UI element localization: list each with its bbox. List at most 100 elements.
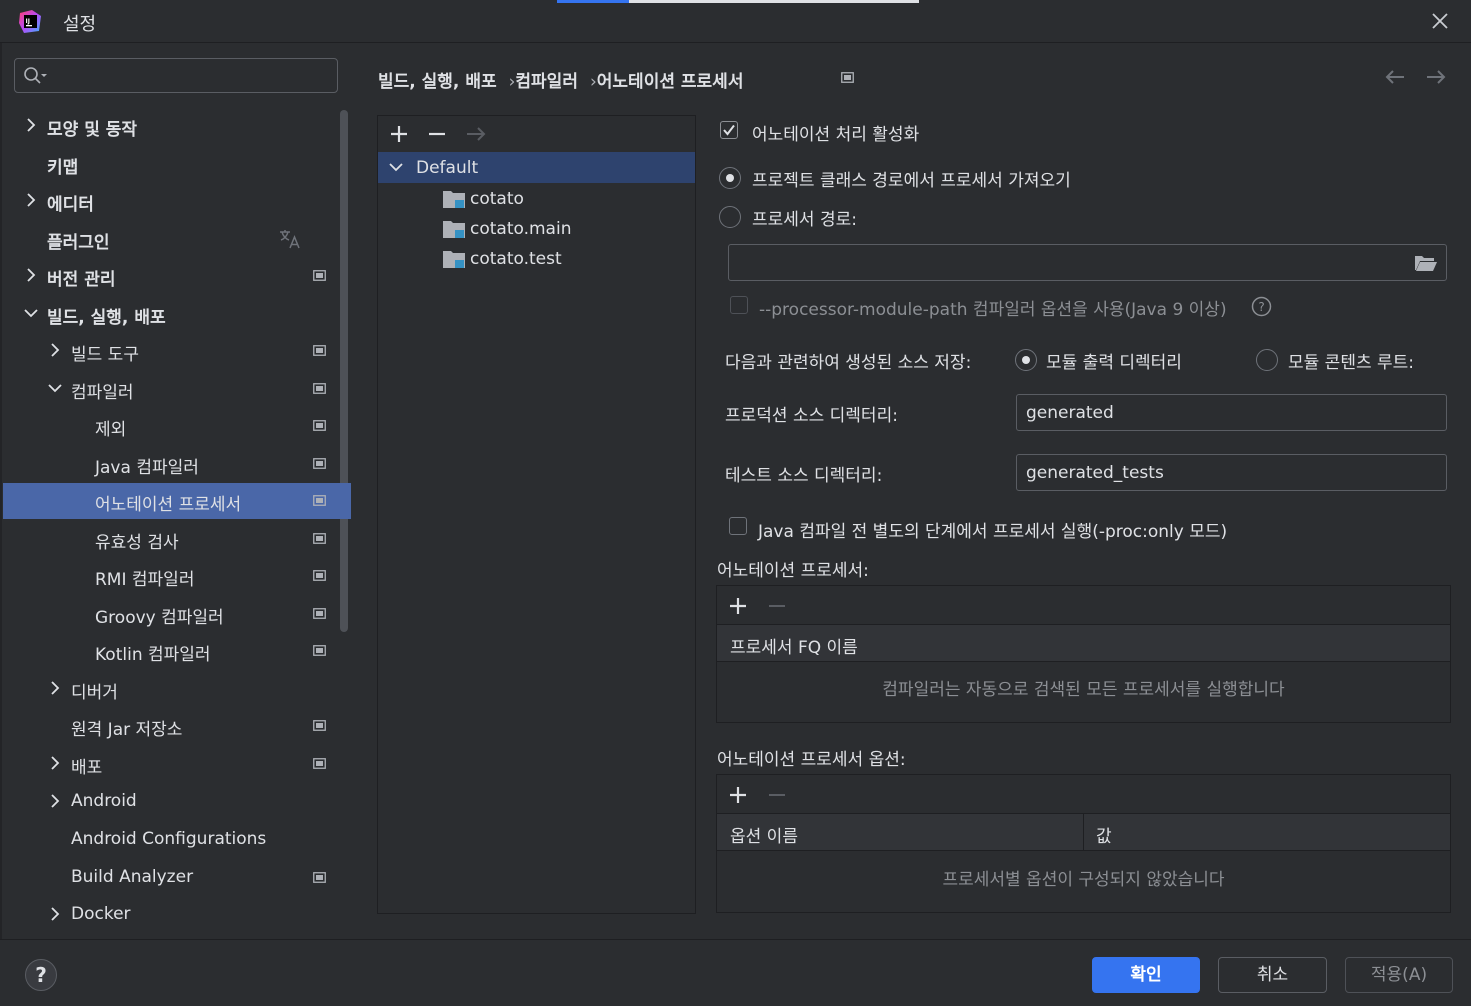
project-scope-icon — [313, 533, 326, 544]
sidebar-item-label: 제외 — [95, 420, 127, 440]
processors-empty-text: 컴파일러는 자동으로 검색된 모든 프로세서를 실행합니다 — [882, 680, 1285, 700]
sidebar-item[interactable]: Android Configurations — [0, 822, 351, 858]
help-icon[interactable]: ? — [1251, 296, 1272, 317]
sidebar-item-label: 컴파일러 — [71, 383, 134, 403]
module-content-root-radio[interactable] — [1256, 349, 1278, 371]
sidebar-item-label: Android — [71, 791, 137, 811]
processor-path-field[interactable] — [728, 244, 1447, 281]
profile-default[interactable]: Default — [378, 152, 695, 183]
processors-table: 프로세서 FQ 이름 컴파일러는 자동으로 검색된 모든 프로세서를 실행합니다 — [716, 585, 1451, 723]
forward-arrow-icon[interactable] — [1424, 66, 1448, 88]
add-icon[interactable] — [388, 123, 410, 145]
chevron-down-icon[interactable] — [23, 305, 39, 321]
option-value-column[interactable]: 값 — [1096, 822, 1112, 847]
processor-fq-name-column[interactable]: 프로세서 FQ 이름 — [730, 633, 858, 658]
sidebar-item-label: 유효성 검사 — [95, 533, 179, 553]
sidebar-item[interactable]: 플러그인 — [0, 221, 351, 257]
chevron-right-icon[interactable] — [47, 755, 63, 771]
help-button[interactable]: ? — [25, 959, 57, 991]
search-input[interactable] — [14, 58, 338, 93]
chevron-right-icon[interactable] — [47, 342, 63, 358]
sidebar-item[interactable]: 키맵 — [0, 146, 351, 182]
sidebar-item[interactable]: 배포 — [0, 746, 351, 782]
processor-path-input[interactable] — [729, 245, 1446, 280]
chevron-right-icon[interactable] — [47, 793, 63, 809]
enable-processing-checkbox[interactable] — [720, 121, 738, 139]
profile-module-item[interactable]: cotato — [443, 186, 693, 214]
sidebar-item-label: Build Analyzer — [71, 867, 194, 887]
sidebar-item[interactable]: 디버거 — [0, 671, 351, 707]
processor-path-radio[interactable] — [719, 206, 741, 228]
project-scope-icon — [313, 645, 326, 656]
production-dir-field[interactable] — [1016, 394, 1447, 431]
sidebar-item[interactable]: 빌드 도구 — [0, 333, 351, 369]
breadcrumb-item[interactable]: 빌드, 실행, 배포 — [378, 72, 497, 92]
sidebar-item[interactable]: 원격 Jar 저장소 — [0, 708, 351, 744]
remove-icon[interactable] — [426, 123, 448, 145]
project-scope-icon — [313, 458, 326, 469]
chevron-right-icon[interactable] — [23, 267, 39, 283]
chevron-right-icon[interactable] — [23, 192, 39, 208]
sidebar-item[interactable]: Docker — [0, 897, 351, 933]
remove-processor-icon[interactable] — [766, 595, 788, 617]
sidebar-item[interactable]: 제외 — [0, 408, 351, 444]
sidebar-item[interactable]: Kotlin 컴파일러 — [0, 633, 351, 669]
proc-only-label: Java 컴파일 전 별도의 단계에서 프로세서 실행(-proc:only 모… — [758, 522, 1228, 542]
move-to-icon[interactable] — [465, 123, 487, 145]
breadcrumb-item[interactable]: 컴파일러 — [515, 72, 578, 92]
back-arrow-icon[interactable] — [1383, 66, 1407, 88]
chevron-right-icon[interactable] — [47, 680, 63, 696]
processors-table-header: 프로세서 FQ 이름 — [717, 624, 1450, 662]
folder-open-icon[interactable] — [1414, 254, 1438, 272]
sidebar-item[interactable]: Groovy 컴파일러 — [0, 596, 351, 632]
cancel-button[interactable]: 취소 — [1218, 957, 1327, 993]
sidebar-item[interactable]: RMI 컴파일러 — [0, 558, 351, 594]
sidebar-item-label: 빌드, 실행, 배포 — [47, 308, 166, 328]
options-section-title: 어노테이션 프로세서 옵션: — [717, 750, 906, 770]
profile-module-item[interactable]: cotato.test — [443, 246, 693, 274]
obtain-from-classpath-radio[interactable] — [719, 167, 741, 189]
test-dir-input[interactable] — [1017, 455, 1446, 490]
apply-button[interactable]: 적용(A) — [1345, 957, 1453, 993]
module-output-radio[interactable] — [1015, 349, 1037, 371]
sidebar-item[interactable]: 빌드, 실행, 배포 — [0, 296, 351, 332]
module-content-root-label: 모듈 콘텐츠 루트: — [1288, 353, 1415, 373]
sidebar-item[interactable]: 모양 및 동작 — [0, 108, 351, 144]
close-icon[interactable] — [1427, 8, 1453, 34]
sidebar-item-label: RMI 컴파일러 — [95, 570, 195, 590]
chevron-down-icon[interactable] — [388, 160, 404, 174]
intellij-logo-icon: IJ — [19, 10, 41, 33]
sidebar-item[interactable]: 컴파일러 — [0, 371, 351, 407]
production-dir-label: 프로덕션 소스 디렉터리: — [725, 406, 898, 426]
project-scope-icon — [313, 570, 326, 581]
production-dir-input[interactable] — [1017, 395, 1446, 430]
chevron-right-icon[interactable] — [47, 906, 63, 922]
option-name-column[interactable]: 옵션 이름 — [730, 822, 798, 847]
sidebar-item[interactable]: 에디터 — [0, 183, 351, 219]
translate-icon — [280, 230, 300, 249]
add-processor-icon[interactable] — [727, 595, 749, 617]
remove-option-icon[interactable] — [766, 784, 788, 806]
test-dir-label: 테스트 소스 디렉터리: — [725, 466, 883, 486]
sidebar-item[interactable]: 어노테이션 프로세서 — [3, 483, 351, 519]
add-option-icon[interactable] — [727, 784, 749, 806]
ok-button[interactable]: 확인 — [1092, 957, 1200, 993]
sidebar-item[interactable]: Build Analyzer — [0, 860, 351, 896]
module-folder-icon — [443, 251, 465, 268]
profile-module-item[interactable]: cotato.main — [443, 216, 693, 244]
sidebar-item-label: 버전 관리 — [47, 270, 116, 290]
sidebar-item-label: 어노테이션 프로세서 — [95, 495, 242, 515]
chevron-right-icon[interactable] — [23, 117, 39, 133]
sidebar-item-label: 에디터 — [47, 195, 94, 215]
test-dir-field[interactable] — [1016, 454, 1447, 491]
sidebar-item[interactable]: Android — [0, 784, 351, 820]
project-scope-icon — [841, 72, 854, 83]
proc-only-checkbox[interactable] — [729, 517, 747, 535]
sidebar-item[interactable]: 버전 관리 — [0, 258, 351, 294]
sidebar-item[interactable]: Java 컴파일러 — [0, 446, 351, 482]
chevron-down-icon[interactable] — [47, 380, 63, 396]
profile-default-label: Default — [416, 158, 479, 178]
sidebar-item[interactable]: 유효성 검사 — [0, 521, 351, 557]
module-path-checkbox[interactable] — [730, 296, 748, 314]
options-empty-text: 프로세서별 옵션이 구성되지 않았습니다 — [942, 870, 1225, 890]
